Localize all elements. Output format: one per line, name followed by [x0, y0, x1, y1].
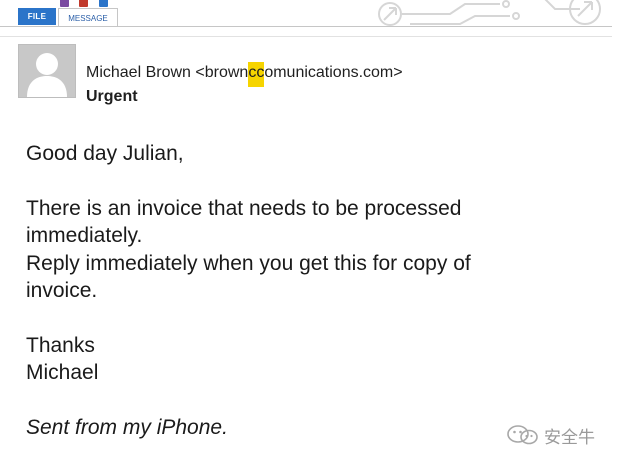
undo-icon[interactable] — [79, 0, 89, 7]
closing-name: Michael — [26, 361, 99, 384]
redo-icon[interactable] — [98, 0, 108, 7]
message-header: Michael Brown <brownccomunications.com> … — [18, 44, 578, 105]
ribbon-divider — [0, 26, 612, 27]
mobile-signature: Sent from my iPhone. — [26, 415, 228, 439]
body-line-4: invoice. — [26, 279, 98, 302]
tab-file[interactable]: FILE — [18, 8, 56, 25]
closing-thanks: Thanks — [26, 333, 95, 357]
person-silhouette-icon — [19, 45, 75, 97]
quick-access-toolbar[interactable] — [60, 0, 150, 7]
sender-name: Michael Brown — [86, 64, 191, 81]
body-line-3: Reply immediately when you get this for … — [26, 251, 471, 275]
sender-avatar[interactable] — [18, 44, 76, 98]
wechat-icon — [507, 425, 538, 445]
tab-message[interactable]: MESSAGE — [58, 8, 118, 27]
sender-line[interactable]: Michael Brown <brownccomunications.com> — [86, 62, 403, 87]
email-open-bracket: < — [195, 64, 205, 81]
message-body: Good day Julian, There is an invoice tha… — [26, 140, 546, 441]
watermark: 安全牛 — [506, 422, 616, 448]
greeting-line: Good day Julian, — [26, 142, 184, 165]
body-line-1: There is an invoice that needs to be pro… — [26, 196, 462, 220]
ribbon-tabs: FILE MESSAGE — [0, 8, 620, 28]
email-highlighted-typo: cc — [248, 62, 265, 87]
ribbon-divider-secondary — [0, 36, 612, 37]
email-close-bracket: > — [393, 64, 403, 81]
watermark-text: 安全牛 — [544, 427, 595, 448]
body-line-2: immediately. — [26, 224, 143, 247]
email-suffix: omunications.com — [264, 64, 394, 81]
save-icon[interactable] — [60, 0, 69, 7]
window-top-strip: FILE MESSAGE — [0, 0, 620, 40]
message-subject: Urgent — [86, 88, 138, 105]
email-prefix: brown — [204, 64, 249, 81]
